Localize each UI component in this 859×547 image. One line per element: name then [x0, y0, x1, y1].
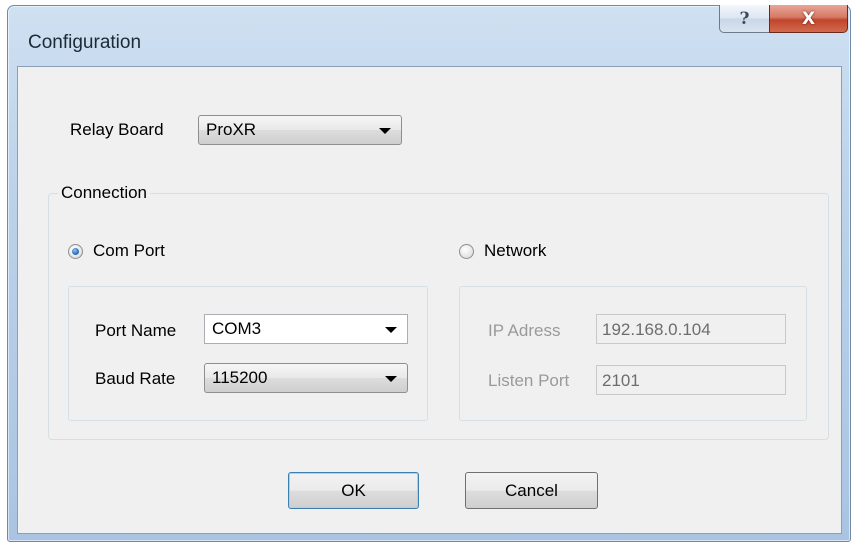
close-button[interactable]: X	[769, 5, 848, 33]
dialog-body: Relay Board ProXR Connection Com Port Ne…	[17, 66, 842, 534]
port-name-combo[interactable]: COM3	[204, 314, 408, 344]
relay-board-value: ProXR	[206, 120, 257, 139]
port-name-label: Port Name	[95, 321, 177, 340]
com-port-panel	[68, 286, 428, 421]
chevron-down-icon	[379, 128, 391, 134]
chevron-down-icon	[385, 376, 397, 382]
configuration-dialog: Configuration ? X Relay Board ProXR Conn…	[7, 5, 851, 542]
radio-dot-icon	[72, 247, 79, 255]
network-panel	[459, 286, 807, 421]
window-title: Configuration	[28, 32, 142, 53]
baud-rate-select[interactable]: 115200	[204, 363, 408, 393]
radio-checked-icon	[68, 243, 83, 259]
baud-rate-label: Baud Rate	[95, 369, 176, 388]
network-label: Network	[484, 241, 547, 260]
help-button[interactable]: ?	[719, 5, 770, 33]
chevron-down-icon	[385, 327, 397, 333]
com-port-radio[interactable]: Com Port	[68, 241, 165, 261]
help-icon: ?	[739, 8, 750, 29]
com-port-label: Com Port	[93, 241, 165, 260]
port-name-value: COM3	[212, 319, 262, 338]
ok-button[interactable]: OK	[288, 472, 419, 509]
cancel-button[interactable]: Cancel	[465, 472, 598, 509]
relay-board-label: Relay Board	[70, 120, 164, 139]
title-bar[interactable]: Configuration ? X	[8, 5, 850, 66]
baud-rate-value: 115200	[212, 368, 268, 387]
ip-address-label: IP Adress	[488, 321, 561, 340]
ip-address-input[interactable]: 192.168.0.104	[596, 314, 786, 344]
relay-board-select[interactable]: ProXR	[198, 115, 402, 145]
ip-address-value: 192.168.0.104	[602, 320, 711, 339]
listen-port-label: Listen Port	[488, 371, 570, 390]
radio-unchecked-icon	[459, 243, 474, 259]
listen-port-input[interactable]: 2101	[596, 365, 786, 395]
connection-group-label: Connection	[58, 183, 151, 203]
close-icon: X	[801, 8, 816, 29]
network-radio[interactable]: Network	[459, 241, 546, 261]
listen-port-value: 2101	[602, 371, 640, 390]
